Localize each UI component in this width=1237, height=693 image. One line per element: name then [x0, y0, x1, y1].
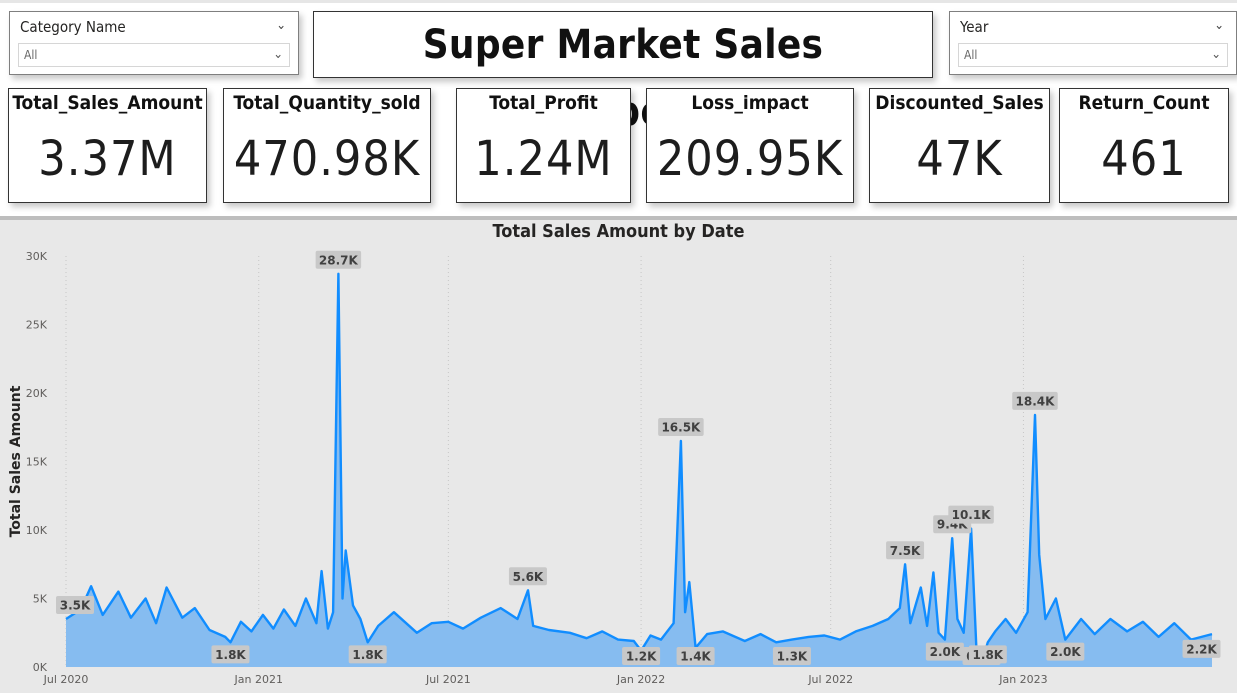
data-label: 1.8K [973, 648, 1004, 662]
data-label: 16.5K [661, 420, 701, 434]
data-label: 18.4K [1016, 394, 1056, 408]
data-label: 1.2K [626, 650, 657, 664]
x-tick-label: Jul 2021 [425, 673, 471, 686]
data-label: 10.1K [952, 508, 992, 522]
data-label: 3.5K [60, 599, 91, 613]
data-label: 1.8K [215, 648, 246, 662]
data-label: 5.6K [513, 570, 544, 584]
series-area [66, 273, 1212, 667]
x-tick-label: Jan 2022 [616, 673, 665, 686]
x-tick-label: Jul 2020 [43, 673, 89, 686]
y-tick-label: 5K [33, 593, 48, 606]
y-tick-label: 25K [26, 319, 48, 332]
x-tick-label: Jan 2021 [234, 673, 283, 686]
data-label: 1.3K [777, 650, 808, 664]
x-tick-label: Jan 2023 [998, 673, 1047, 686]
y-tick-label: 20K [26, 387, 48, 400]
data-label: 1.8K [352, 648, 383, 662]
data-label: 7.5K [890, 544, 921, 558]
data-label: 2.0K [930, 645, 961, 659]
data-label: 2.0K [1050, 645, 1081, 659]
data-label: 28.7K [319, 253, 359, 267]
y-tick-label: 10K [26, 524, 48, 537]
sales-by-date-chart[interactable]: 0K5K10K15K20K25K30KJul 2020 Jan 2021 Jul 2… [0, 0, 1237, 693]
x-tick-label: Jul 2022 [807, 673, 853, 686]
data-label: 1.4K [680, 650, 711, 664]
y-axis-title: Total Sales Amount [8, 385, 24, 537]
y-tick-label: 15K [26, 456, 48, 469]
data-label: 2.2K [1186, 642, 1217, 656]
y-tick-label: 30K [26, 250, 48, 263]
